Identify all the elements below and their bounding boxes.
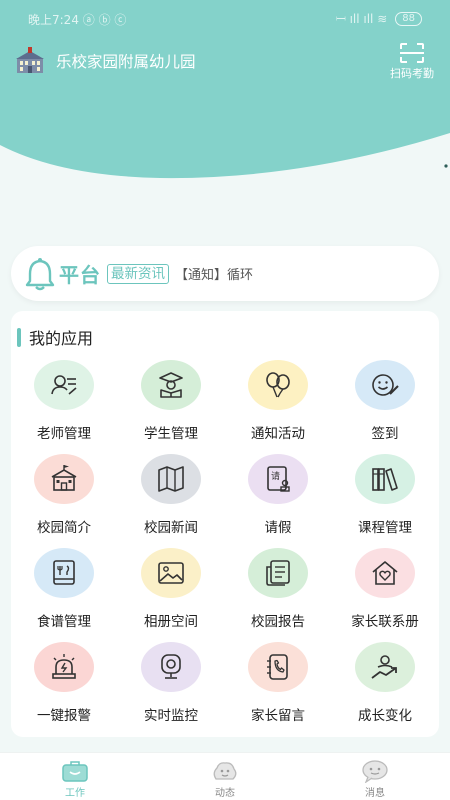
section-title: 我的应用 (17, 327, 94, 348)
nav-label: 动态 (215, 788, 235, 799)
app-leave-request[interactable]: 请 请假 (225, 454, 331, 536)
scan-label: 扫码考勤 (390, 67, 434, 80)
app-notice-activity[interactable]: 通知活动 (225, 360, 331, 442)
app-parent-message[interactable]: 家长留言 (225, 642, 331, 724)
app-recipe-management[interactable]: 食谱管理 (11, 548, 117, 630)
app-label: 成长变化 (358, 708, 412, 724)
teacher-icon (51, 375, 77, 395)
app-live-monitor[interactable]: 实时监控 (118, 642, 224, 724)
apps-card: 我的应用 老师管理 学生管理 通知活动 签到 校园简介 校园新闻 请 请假 课程… (11, 311, 439, 737)
app-label: 家长留言 (251, 708, 305, 724)
camera-icon (161, 654, 181, 679)
growth-icon (371, 655, 397, 679)
svg-text:请: 请 (271, 470, 280, 482)
app-course-management[interactable]: 课程管理 (332, 454, 438, 536)
app-icon-circle (34, 548, 94, 598)
app-icon-circle (355, 642, 415, 692)
app-icon-circle (248, 548, 308, 598)
notice-brand: 平台 (59, 263, 101, 287)
app-student-management[interactable]: 学生管理 (118, 360, 224, 442)
app-parent-contact-book[interactable]: 家长联系册 (332, 548, 438, 630)
app-label: 实时监控 (144, 708, 198, 724)
nav-label: 消息 (365, 788, 385, 799)
app-growth-change[interactable]: 成长变化 (332, 642, 438, 724)
leave-stamp-icon: 请 (267, 466, 290, 492)
notice-banner[interactable]: 平台 最新资讯 【通知】循环 (11, 246, 439, 301)
books-icon (372, 468, 398, 491)
app-campus-news[interactable]: 校园新闻 (118, 454, 224, 536)
section-marker (17, 327, 21, 347)
recipe-icon (53, 560, 75, 585)
status-time: 晚上7:24 ⓐ ⓑ ⓒ (28, 12, 127, 27)
map-icon (158, 466, 184, 492)
status-bar: 晚上7:24 ⓐ ⓑ ⓒ 𝄩 ıll ıll ≋ 88 (0, 8, 450, 30)
smiley-pen-icon (372, 374, 399, 396)
app-one-click-alarm[interactable]: 一键报警 (11, 642, 117, 724)
school-name: 乐校家园附属幼儿园 (56, 53, 196, 71)
bottom-nav: 工作 动态 消息 (0, 752, 450, 800)
app-icon-circle (34, 454, 94, 504)
bell-icon (25, 257, 55, 290)
app-teacher-management[interactable]: 老师管理 (11, 360, 117, 442)
notice-tag: 最新资讯 (107, 263, 169, 284)
app-label: 老师管理 (37, 426, 91, 442)
work-icon (62, 761, 88, 782)
app-icon-circle (141, 642, 201, 692)
student-icon (159, 372, 183, 398)
app-label: 课程管理 (358, 520, 412, 536)
app-icon-circle (248, 642, 308, 692)
school-icon (51, 465, 77, 491)
app-label: 请假 (264, 520, 292, 536)
battery-icon: 88 (395, 12, 422, 26)
app-label: 通知活动 (251, 426, 305, 442)
report-icon (266, 560, 290, 586)
scan-attendance-button[interactable]: 扫码考勤 (384, 42, 440, 81)
app-icon-circle (248, 360, 308, 410)
section-title-text: 我的应用 (29, 329, 94, 348)
scan-icon (400, 43, 424, 63)
app-campus-report[interactable]: 校园报告 (225, 548, 331, 630)
header-background (0, 0, 450, 179)
app-icon-circle (141, 548, 201, 598)
app-icon-circle (355, 360, 415, 410)
app-icon-circle (141, 454, 201, 504)
app-label: 一键报警 (37, 708, 91, 724)
nav-item-moments[interactable]: 动态 (150, 753, 300, 800)
app-label: 家长联系册 (351, 614, 419, 630)
app-label: 校园报告 (251, 614, 305, 630)
app-icon-circle (355, 548, 415, 598)
app-icon-circle: 请 (248, 454, 308, 504)
nav-item-work[interactable]: 工作 (0, 753, 150, 800)
moments-icon (213, 762, 237, 780)
app-label: 校园新闻 (144, 520, 198, 536)
app-icon-circle (141, 360, 201, 410)
notice-text: 【通知】循环 (175, 268, 254, 283)
app-icon-circle (34, 642, 94, 692)
app-label: 食谱管理 (37, 614, 91, 630)
app-campus-intro[interactable]: 校园简介 (11, 454, 117, 536)
app-label: 签到 (371, 426, 399, 442)
app-photo-album[interactable]: 相册空间 (118, 548, 224, 630)
school-logo-icon (16, 47, 44, 73)
app-label: 校园简介 (37, 520, 91, 536)
signal-icon: 𝄩 ıll ıll ≋ (336, 11, 388, 26)
app-sign-in[interactable]: 签到 (332, 360, 438, 442)
home-heart-icon (372, 561, 398, 585)
nav-label: 工作 (65, 788, 85, 799)
alarm-icon (52, 654, 76, 679)
app-icon-circle (355, 454, 415, 504)
app-icon-circle (34, 360, 94, 410)
balloon-icon (266, 372, 290, 398)
app-label: 学生管理 (144, 426, 198, 442)
phone-book-icon (267, 654, 288, 680)
photo-icon (158, 562, 184, 584)
message-icon (362, 760, 388, 783)
app-label: 相册空间 (144, 614, 198, 630)
nav-item-messages[interactable]: 消息 (300, 753, 450, 800)
